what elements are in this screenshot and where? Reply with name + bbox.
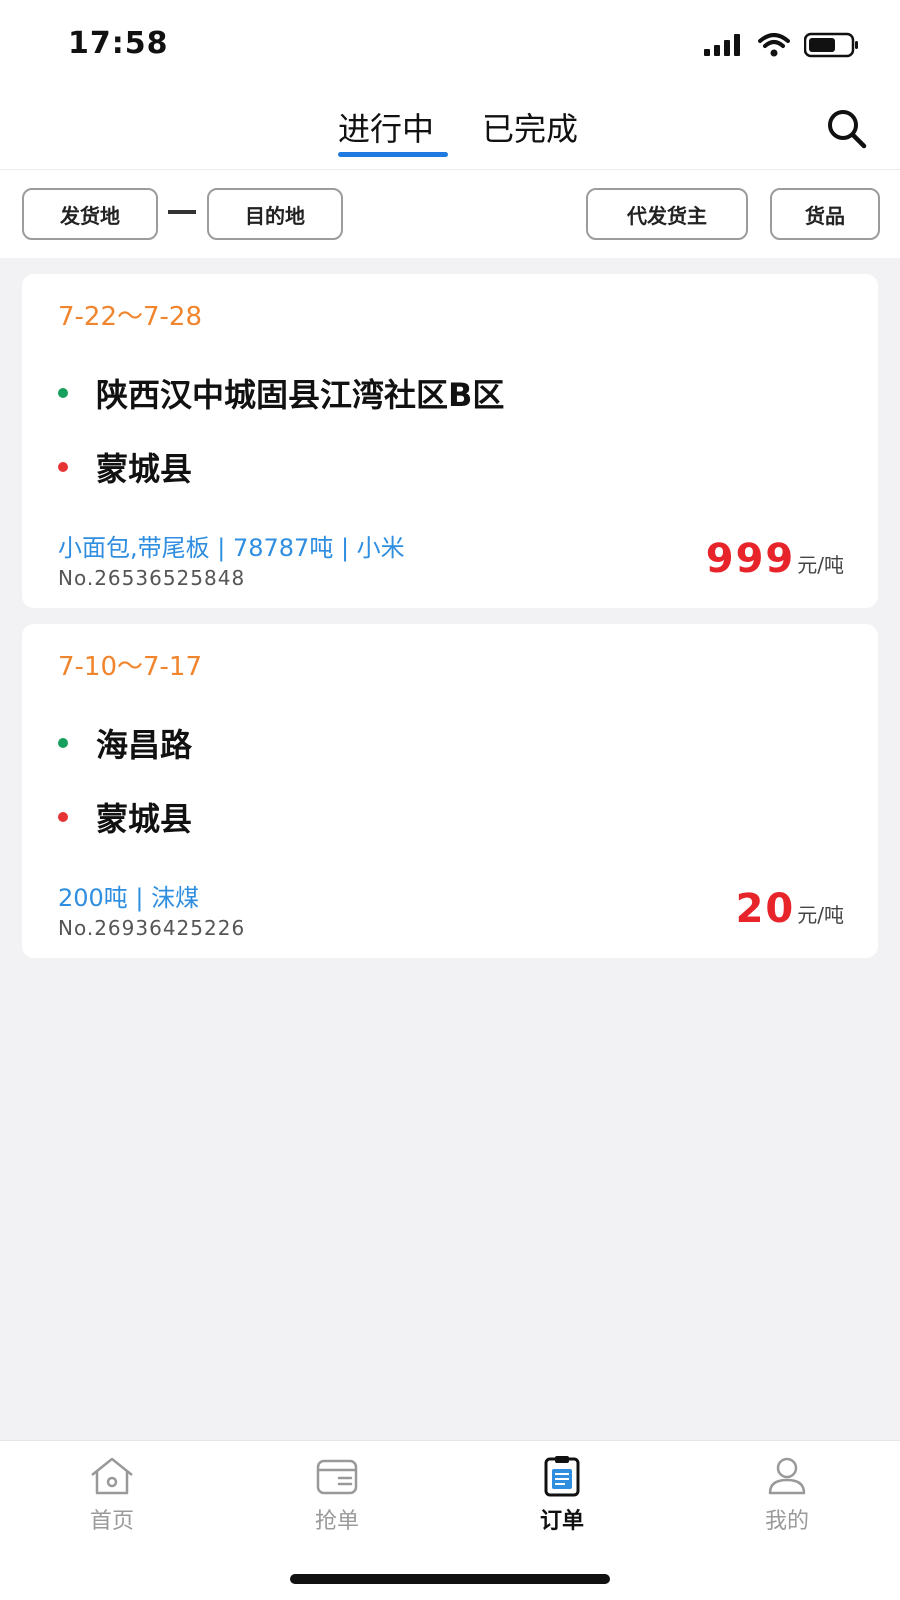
filter-bar: 发货地 目的地 代发货主 货品 [0,170,900,258]
clipboard-icon [544,1456,580,1497]
price-unit: 元/吨 [797,553,844,577]
nav-label-orders: 订单 [539,1509,584,1534]
order-cargo-info: 小面包,带尾板 | 78787吨 | 小米 [58,534,405,562]
price-value: 999 [705,536,796,582]
origin-filter-button[interactable]: 发货地 [22,188,158,240]
price-unit: 元/吨 [797,903,844,927]
status-icons [704,30,860,60]
search-button[interactable] [822,104,872,154]
origin-row: 陕西汉中城固县江湾社区B区 [58,370,504,416]
origin-dot-icon [58,738,68,748]
origin-address: 陕西汉中城固县江湾社区B区 [96,376,505,414]
origin-row: 海昌路 [58,720,192,766]
nav-item-grab-order[interactable]: 抢单 [277,1453,397,1543]
destination-address: 蒙城县 [96,800,193,838]
price-value: 20 [735,886,796,932]
home-indicator [290,1574,610,1584]
user-icon [768,1457,806,1495]
nav-item-mine[interactable]: 我的 [727,1453,847,1543]
destination-row: 蒙城县 [58,794,192,840]
order-price: 999 元/吨 [706,536,844,582]
status-time: 17:58 [68,26,169,61]
origin-dot-icon [58,388,68,398]
order-date-range: 7-22～7-28 [58,302,203,332]
wifi-icon [758,33,790,57]
destination-address: 蒙城县 [96,450,193,488]
order-number: No.26936425226 [58,916,246,940]
battery-icon [804,32,858,58]
wallet-icon [316,1459,358,1495]
nav-item-home[interactable]: 首页 [52,1453,172,1543]
order-price: 20 元/吨 [736,886,844,932]
nav-item-orders[interactable]: 订单 [502,1453,622,1543]
active-tab-indicator [338,152,448,157]
tab-completed[interactable]: 已完成 [482,104,578,160]
order-number: No.26536525848 [58,566,246,590]
goods-filter-button[interactable]: 货品 [770,188,880,240]
shipper-filter-button[interactable]: 代发货主 [586,188,748,240]
home-icon [91,1457,133,1495]
nav-label-home: 首页 [89,1509,134,1534]
destination-filter-button[interactable]: 目的地 [207,188,343,240]
origin-address: 海昌路 [96,726,193,764]
route-dash [168,210,196,214]
destination-dot-icon [58,462,68,472]
order-date-range: 7-10～7-17 [58,652,203,682]
signal-icon [704,34,740,56]
nav-label-grab-order: 抢单 [314,1509,359,1534]
order-card[interactable]: 7-22～7-28 陕西汉中城固县江湾社区B区 蒙城县 小面包,带尾板 | 78… [22,274,878,608]
order-card[interactable]: 7-10～7-17 海昌路 蒙城县 200吨 | 沫煤 No.269364252… [22,624,878,958]
destination-row: 蒙城县 [58,444,192,490]
header: 进行中 已完成 [0,90,900,170]
status-bar: 17:58 [0,0,900,90]
order-cargo-info: 200吨 | 沫煤 [58,884,200,912]
destination-dot-icon [58,812,68,822]
nav-label-mine: 我的 [764,1509,809,1534]
search-icon [828,110,867,149]
